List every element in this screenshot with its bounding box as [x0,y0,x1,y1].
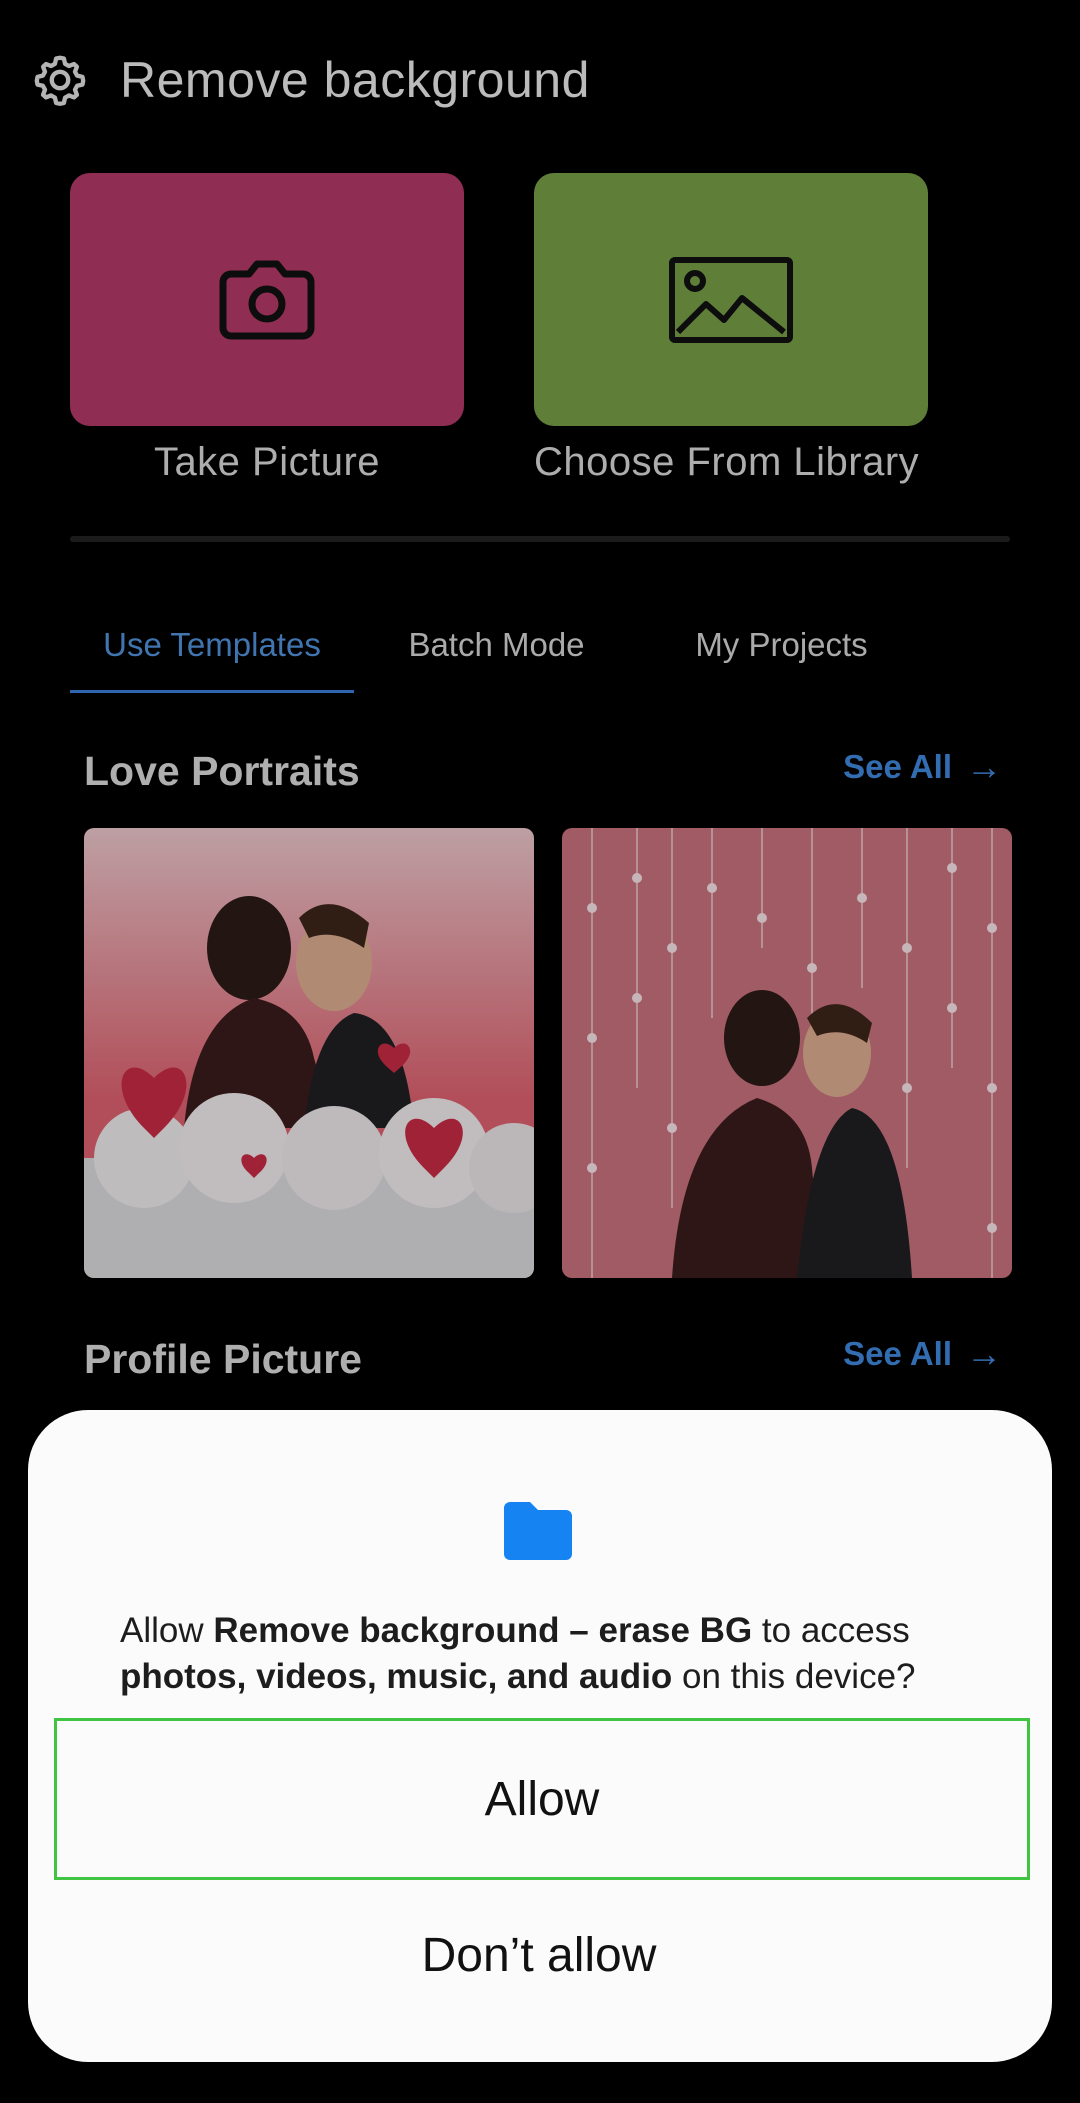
section-title-love-portraits: Love Portraits [84,748,360,794]
tab-my-projects[interactable]: My Projects [639,600,924,690]
see-all-label: See All [843,1335,952,1372]
permission-dialog: Allow Remove background – erase BG to ac… [28,1410,1052,2062]
take-picture-label: Take Picture [153,440,381,484]
template-thumbnail[interactable] [84,828,534,1278]
permission-text-allow: Allow [120,1611,204,1650]
permission-app-name: Remove background – erase BG [213,1611,753,1650]
permission-message: Allow Remove background – erase BG to ac… [120,1608,1000,1700]
see-all-love-portraits[interactable]: See All → [843,746,1002,788]
tab-batch-mode[interactable]: Batch Mode [354,600,639,690]
love-portrait-image [84,828,534,1278]
see-all-profile-picture[interactable]: See All → [843,1333,1002,1375]
camera-icon [219,260,315,339]
permission-media-types: photos, videos, music, and audio [120,1657,673,1696]
folder-icon [500,1498,576,1567]
permission-text-device: on this device? [682,1657,916,1696]
arrow-right-icon: → [966,746,1002,787]
template-thumbnail[interactable] [562,828,1012,1278]
section-divider [70,536,1010,542]
app-title: Remove background [120,52,590,108]
see-all-label: See All [843,748,952,785]
app-header: Remove background [30,40,590,120]
image-icon [669,256,793,343]
dont-allow-button[interactable]: Don’t allow [54,1890,1024,2020]
tab-use-templates[interactable]: Use Templates [70,600,354,693]
love-portrait-image [562,828,1012,1278]
settings-button[interactable] [30,50,90,110]
take-picture-button[interactable] [70,173,464,426]
tab-bar: Use Templates Batch Mode My Projects [70,600,924,693]
arrow-right-icon: → [966,1333,1002,1374]
choose-from-library-label: Choose From Library [534,440,920,484]
permission-text-access: to access [761,1611,910,1650]
section-title-profile-picture: Profile Picture [84,1336,362,1382]
choose-from-library-button[interactable] [534,173,928,426]
allow-button[interactable]: Allow [54,1718,1030,1880]
gear-icon [34,55,86,106]
